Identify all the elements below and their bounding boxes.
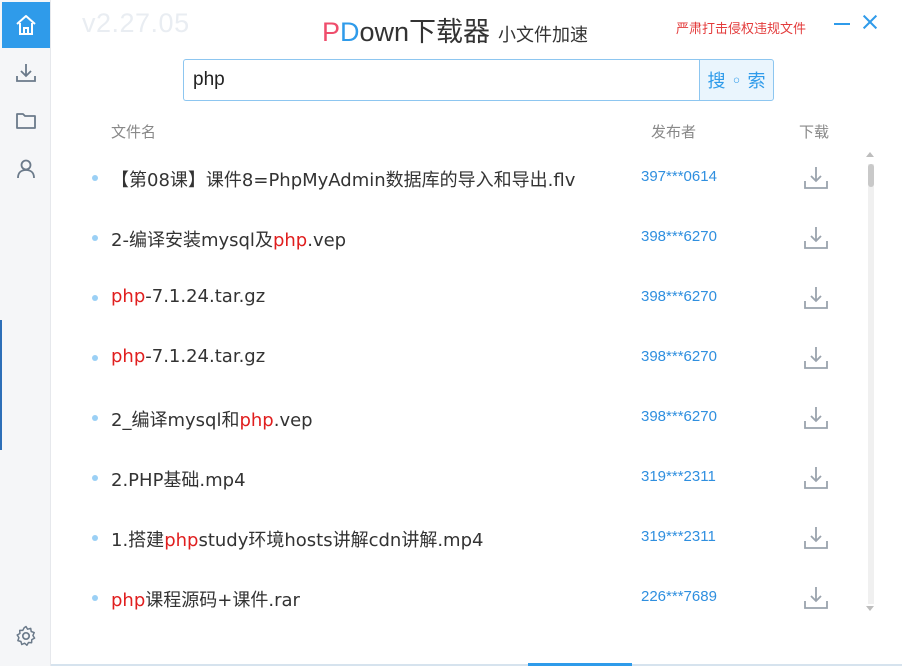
pdown-window: v2.27.05 PDown下载器 小文件加速 严肃打击侵权违规文件 搜 ◦ 索… bbox=[0, 0, 902, 666]
sidebar bbox=[0, 0, 51, 666]
file-name-text: 2-编译安装mysql及 bbox=[111, 230, 273, 251]
download-button[interactable] bbox=[803, 464, 829, 492]
row-bullet bbox=[92, 595, 98, 601]
home-icon bbox=[16, 15, 36, 35]
keyword-highlight: php bbox=[111, 346, 146, 367]
publisher-id[interactable]: 398***6270 bbox=[641, 348, 717, 365]
publisher-id[interactable]: 398***6270 bbox=[641, 288, 717, 305]
download-button[interactable] bbox=[803, 524, 829, 552]
file-name-text: 【第08课】课件8=PhpMyAdmin数据库的导入和导出.flv bbox=[111, 170, 576, 191]
file-name-text: 2.PHP基础.mp4 bbox=[111, 470, 246, 491]
file-name[interactable]: 2-编译安装mysql及php.vep bbox=[111, 226, 346, 252]
download-icon bbox=[16, 64, 36, 82]
row-bullet bbox=[92, 235, 98, 241]
user-icon bbox=[17, 159, 35, 179]
file-name[interactable]: php-7.1.24.tar.gz bbox=[111, 286, 265, 307]
column-header-download: 下载 bbox=[799, 123, 830, 141]
keyword-highlight: php bbox=[111, 590, 146, 611]
brand-letter-d: D bbox=[340, 17, 360, 47]
scroll-up-arrow[interactable] bbox=[866, 152, 874, 157]
folder-icon bbox=[16, 113, 36, 129]
file-name[interactable]: 1.搭建phpstudy环境hosts讲解cdn讲解.mp4 bbox=[111, 526, 483, 552]
row-bullet bbox=[92, 475, 98, 481]
scrollbar-thumb[interactable] bbox=[868, 164, 874, 187]
file-name-text: 2_编译mysql和 bbox=[111, 410, 240, 431]
keyword-highlight: php bbox=[239, 410, 274, 431]
row-bullet bbox=[92, 415, 98, 421]
table-row[interactable]: php-7.1.24.tar.gz 398***6270 bbox=[90, 278, 850, 318]
search-button[interactable]: 搜 ◦ 索 bbox=[699, 59, 774, 101]
sidebar-item-settings[interactable] bbox=[2, 613, 50, 659]
table-row[interactable]: 2-编译安装mysql及php.vep 398***6270 bbox=[90, 218, 850, 258]
download-button[interactable] bbox=[803, 164, 829, 192]
close-button[interactable] bbox=[860, 12, 880, 32]
file-name[interactable]: 2.PHP基础.mp4 bbox=[111, 466, 246, 492]
app-title: P Down下载器 小文件加速 bbox=[322, 10, 588, 49]
table-row[interactable]: 1.搭建phpstudy环境hosts讲解cdn讲解.mp4 319***2311 bbox=[90, 518, 850, 558]
scrollbar-track[interactable] bbox=[868, 164, 874, 604]
row-bullet bbox=[92, 535, 98, 541]
table-row[interactable]: 2_编译mysql和php.vep 398***6270 bbox=[90, 398, 850, 438]
file-name-text: -7.1.24.tar.gz bbox=[145, 286, 266, 307]
row-bullet bbox=[92, 295, 98, 301]
sidebar-item-home[interactable] bbox=[2, 2, 50, 48]
version-label: v2.27.05 bbox=[82, 8, 190, 38]
sidebar-edge-accent bbox=[0, 320, 2, 450]
download-icon bbox=[804, 227, 828, 249]
download-button[interactable] bbox=[803, 344, 829, 372]
scroll-down-arrow[interactable] bbox=[866, 606, 874, 611]
table-row[interactable]: php课程源码+课件.rar 226***7689 bbox=[90, 578, 850, 618]
publisher-id[interactable]: 398***6270 bbox=[641, 228, 717, 245]
file-name-text: .vep bbox=[273, 410, 313, 431]
sidebar-item-user[interactable] bbox=[2, 146, 50, 192]
keyword-highlight: php bbox=[272, 230, 308, 251]
file-name-text: .vep bbox=[307, 230, 347, 251]
table-row[interactable]: 【第08课】课件8=PhpMyAdmin数据库的导入和导出.flv 397***0… bbox=[90, 158, 850, 198]
brand-name-rest: own下载器 bbox=[359, 17, 491, 47]
download-icon bbox=[804, 527, 828, 549]
sidebar-item-files[interactable] bbox=[2, 98, 50, 144]
download-button[interactable] bbox=[803, 284, 829, 312]
publisher-id[interactable]: 319***2311 bbox=[641, 468, 716, 485]
download-icon bbox=[804, 587, 828, 609]
file-name[interactable]: 2_编译mysql和php.vep bbox=[111, 406, 313, 432]
minimize-button[interactable] bbox=[833, 11, 851, 33]
download-icon bbox=[804, 467, 828, 489]
download-icon bbox=[804, 287, 828, 309]
row-bullet bbox=[92, 175, 98, 181]
file-name[interactable]: 【第08课】课件8=PhpMyAdmin数据库的导入和导出.flv bbox=[111, 166, 575, 192]
file-name-text: 1.搭建 bbox=[111, 530, 165, 551]
row-bullet bbox=[92, 355, 98, 361]
brand-letter-p: P bbox=[322, 17, 341, 47]
download-icon bbox=[804, 347, 828, 369]
download-button[interactable] bbox=[803, 224, 829, 252]
search-input[interactable] bbox=[183, 59, 700, 101]
app-subtitle: 小文件加速 bbox=[498, 25, 589, 46]
sidebar-item-downloads[interactable] bbox=[2, 50, 50, 96]
column-header-publisher: 发布者 bbox=[651, 123, 697, 141]
publisher-id[interactable]: 397***0614 bbox=[641, 168, 717, 185]
table-row[interactable]: php-7.1.24.tar.gz 398***6270 bbox=[90, 338, 850, 378]
gear-icon bbox=[16, 625, 36, 646]
keyword-highlight: php bbox=[164, 530, 199, 551]
download-icon bbox=[804, 167, 828, 189]
file-name-text: -7.1.24.tar.gz bbox=[145, 346, 266, 367]
publisher-id[interactable]: 398***6270 bbox=[641, 408, 717, 425]
file-name[interactable]: php-7.1.24.tar.gz bbox=[111, 346, 265, 367]
file-name-text: 课程源码+课件.rar bbox=[145, 590, 300, 611]
file-name[interactable]: php课程源码+课件.rar bbox=[111, 586, 300, 612]
column-header-filename: 文件名 bbox=[111, 123, 157, 141]
file-name-text: study环境hosts讲解cdn讲解.mp4 bbox=[198, 530, 484, 551]
download-button[interactable] bbox=[803, 584, 829, 612]
keyword-highlight: php bbox=[111, 286, 146, 307]
publisher-id[interactable]: 319***2311 bbox=[641, 528, 716, 545]
table-row[interactable]: 2.PHP基础.mp4 319***2311 bbox=[90, 458, 850, 498]
download-icon bbox=[804, 407, 828, 429]
publisher-id[interactable]: 226***7689 bbox=[641, 588, 717, 605]
download-button[interactable] bbox=[803, 404, 829, 432]
report-infringement-link[interactable]: 严肃打击侵权违规文件 bbox=[676, 18, 806, 37]
